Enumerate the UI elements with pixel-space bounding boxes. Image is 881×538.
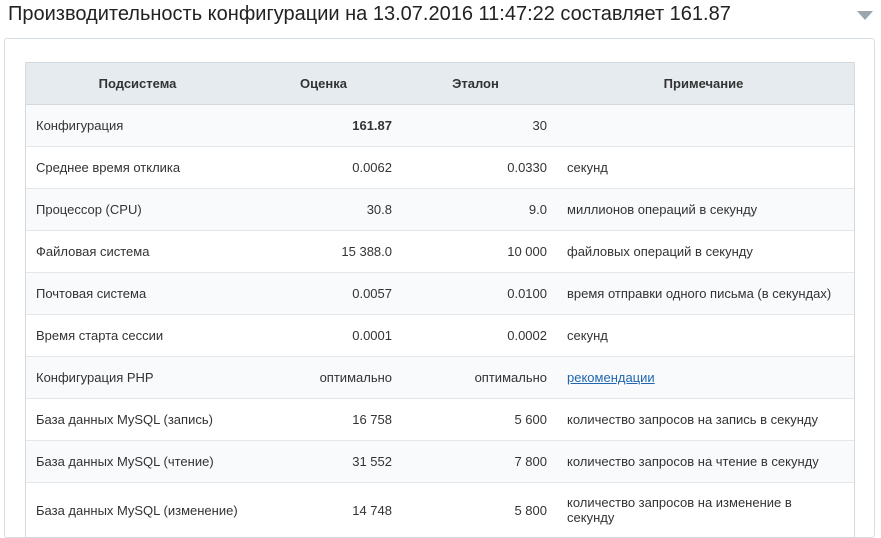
- cell-score: 16 758: [249, 398, 398, 441]
- cell-reference: 7 800: [398, 440, 553, 483]
- title-bar: Производительность конфигурации на 13.07…: [0, 0, 881, 34]
- cell-subsystem: База данных MySQL (чтение): [26, 440, 249, 483]
- table-row: Среднее время отклика 0.0062 0.0330 секу…: [26, 146, 854, 189]
- table-row: Конфигурация 161.87 30: [26, 104, 854, 147]
- performance-table-wrap: Подсистема Оценка Эталон Примечание Конф…: [25, 62, 855, 538]
- cell-subsystem: Время старта сессии: [26, 314, 249, 357]
- cell-note: миллионов операций в секунду: [553, 188, 854, 231]
- column-header-reference: Эталон: [398, 63, 553, 105]
- cell-reference: 0.0002: [398, 314, 553, 357]
- cell-score: 15 388.0: [249, 230, 398, 273]
- cell-score: 161.87: [249, 104, 398, 147]
- cell-score: 31 552: [249, 440, 398, 483]
- cell-reference: 5 600: [398, 398, 553, 441]
- cell-reference: 0.0100: [398, 272, 553, 315]
- table-row: База данных MySQL (чтение) 31 552 7 800 …: [26, 440, 854, 483]
- cell-subsystem: Среднее время отклика: [26, 146, 249, 189]
- cell-reference: 9.0: [398, 188, 553, 231]
- cell-subsystem: Файловая система: [26, 230, 249, 273]
- column-header-subsystem: Подсистема: [26, 63, 249, 105]
- cell-note: секунд: [553, 314, 854, 357]
- table-row: База данных MySQL (изменение) 14 748 5 8…: [26, 482, 854, 537]
- cell-note: время отправки одного письма (в секундах…: [553, 272, 854, 315]
- cell-reference: оптимально: [398, 356, 553, 399]
- cell-score: 14 748: [249, 482, 398, 537]
- cell-score: 0.0001: [249, 314, 398, 357]
- table-header-row: Подсистема Оценка Эталон Примечание: [26, 63, 854, 105]
- table-row: База данных MySQL (запись) 16 758 5 600 …: [26, 398, 854, 441]
- performance-table: Подсистема Оценка Эталон Примечание Конф…: [26, 63, 854, 537]
- cell-note: файловых операций в секунду: [553, 230, 854, 273]
- cell-score: оптимально: [249, 356, 398, 399]
- recommendations-link[interactable]: рекомендации: [567, 370, 655, 385]
- table-row: Почтовая система 0.0057 0.0100 время отп…: [26, 272, 854, 315]
- cell-reference: 10 000: [398, 230, 553, 273]
- cell-subsystem: Почтовая система: [26, 272, 249, 315]
- cell-note: секунд: [553, 146, 854, 189]
- cell-score: 0.0057: [249, 272, 398, 315]
- collapse-toggle[interactable]: [856, 9, 874, 21]
- cell-note: рекомендации: [553, 356, 854, 399]
- cell-note: количество запросов на чтение в секунду: [553, 440, 854, 483]
- cell-note: количество запросов на запись в секунду: [553, 398, 854, 441]
- cell-reference: 0.0330: [398, 146, 553, 189]
- cell-note: количество запросов на изменение в секун…: [553, 482, 854, 537]
- column-header-score: Оценка: [249, 63, 398, 105]
- chevron-down-icon: [857, 11, 873, 20]
- cell-score: 30.8: [249, 188, 398, 231]
- page-title: Производительность конфигурации на 13.07…: [8, 3, 731, 25]
- cell-subsystem: Процессор (CPU): [26, 188, 249, 231]
- cell-reference: 5 800: [398, 482, 553, 537]
- table-row: Время старта сессии 0.0001 0.0002 секунд: [26, 314, 854, 357]
- column-header-note: Примечание: [553, 63, 854, 105]
- cell-subsystem: Конфигурация PHP: [26, 356, 249, 399]
- cell-score: 0.0062: [249, 146, 398, 189]
- table-row: Процессор (CPU) 30.8 9.0 миллионов опера…: [26, 188, 854, 231]
- cell-subsystem: База данных MySQL (изменение): [26, 482, 249, 537]
- table-row: Файловая система 15 388.0 10 000 файловы…: [26, 230, 854, 273]
- cell-reference: 30: [398, 104, 553, 147]
- cell-subsystem: База данных MySQL (запись): [26, 398, 249, 441]
- table-row: Конфигурация PHP оптимально оптимально р…: [26, 356, 854, 399]
- cell-note: [553, 104, 854, 147]
- cell-subsystem: Конфигурация: [26, 104, 249, 147]
